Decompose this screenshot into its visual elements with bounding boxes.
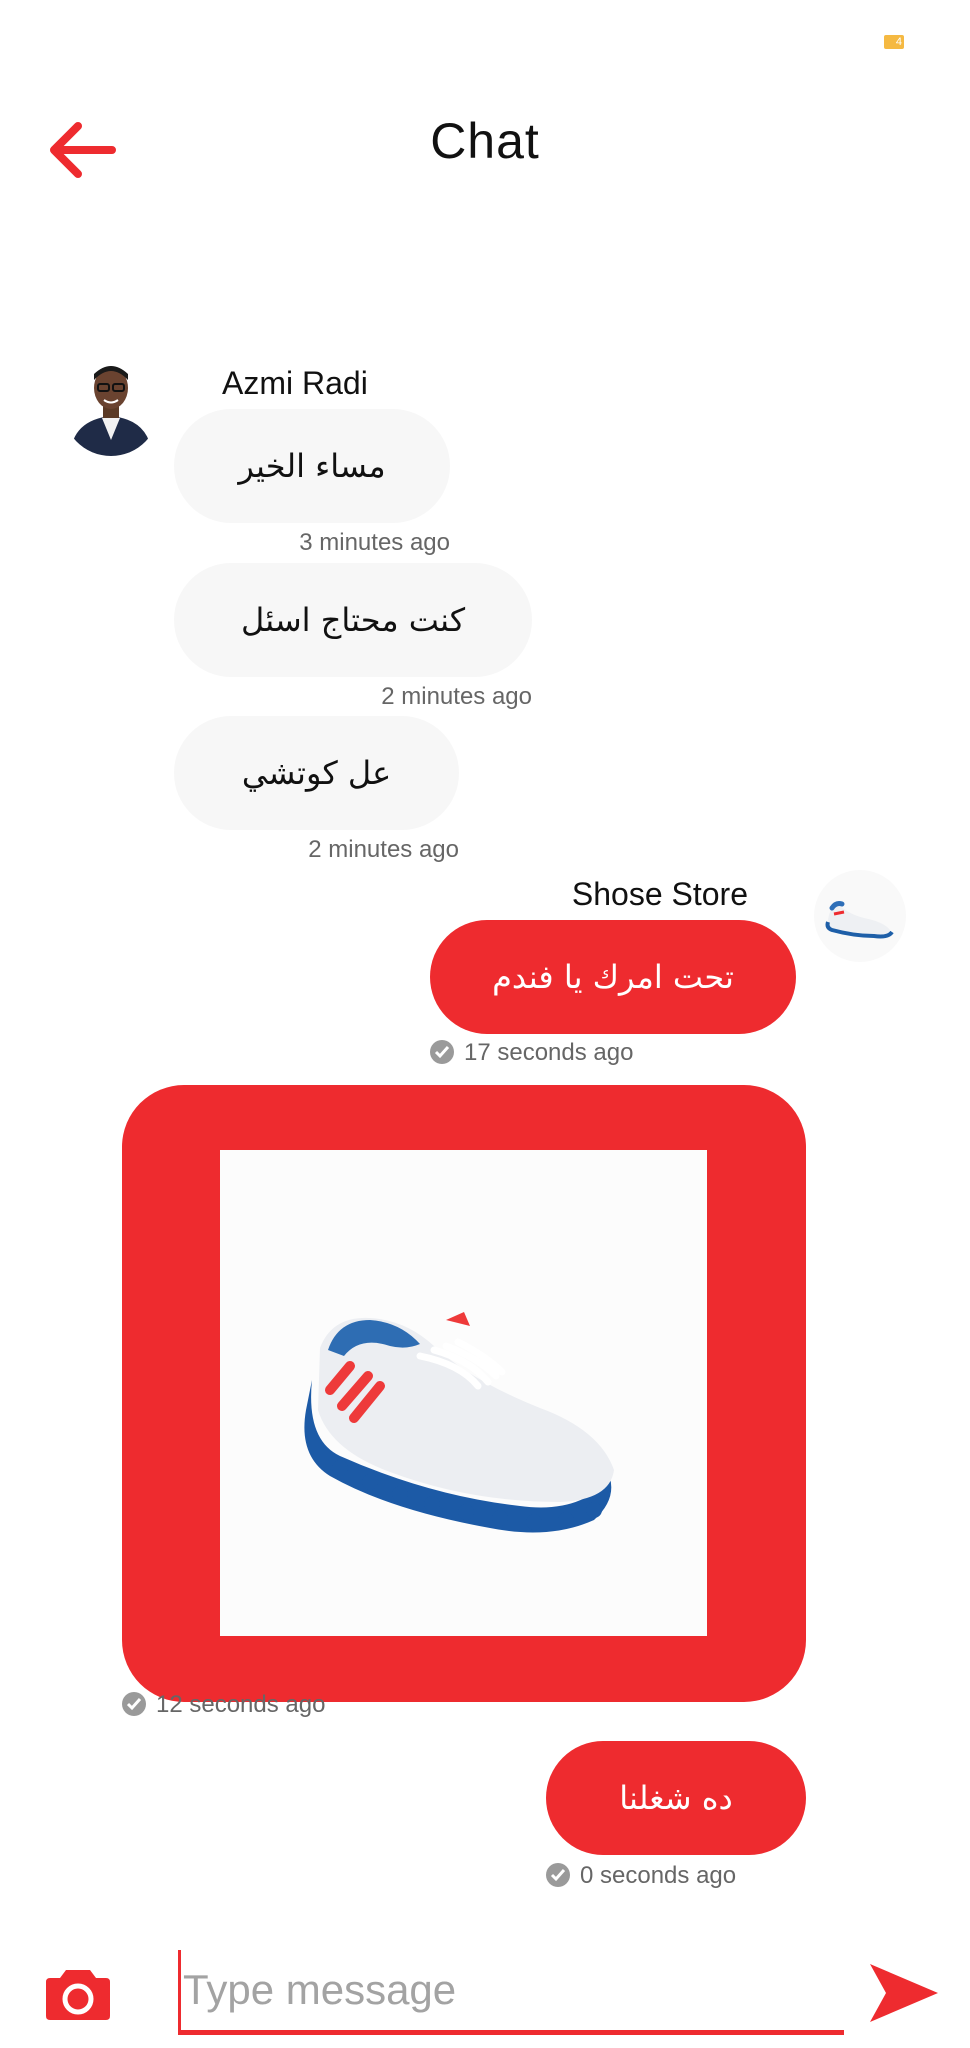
sender-name-store: Shose Store <box>571 876 748 912</box>
send-button[interactable] <box>868 1962 940 2024</box>
message-input-field[interactable] <box>178 1950 844 2035</box>
message-time-text: 17 seconds ago <box>464 1039 634 1066</box>
avatar-azmi[interactable] <box>62 356 160 456</box>
message-input[interactable] <box>178 1950 844 2030</box>
check-icon <box>122 1692 146 1716</box>
message-time-3: 2 minutes ago <box>308 836 459 863</box>
check-icon <box>546 1863 570 1887</box>
message-time-1: 3 minutes ago <box>299 529 450 556</box>
person-avatar-icon <box>62 356 160 456</box>
incoming-message-1[interactable]: مساء الخير <box>174 409 450 523</box>
outgoing-message-3[interactable]: ده شغلنا <box>546 1741 806 1855</box>
sneaker-image-icon <box>220 1150 707 1636</box>
page-title: Chat <box>430 113 540 169</box>
battery-indicator: 4 <box>884 35 904 49</box>
camera-button[interactable] <box>44 1966 112 2022</box>
message-time-2: 2 minutes ago <box>381 683 532 710</box>
camera-icon <box>46 1970 110 2020</box>
sneaker-photo <box>220 1150 707 1636</box>
message-time-text: 12 seconds ago <box>156 1691 326 1718</box>
sender-name-azmi: Azmi Radi <box>222 365 368 401</box>
incoming-message-2[interactable]: كنت محتاج اسئل <box>174 563 532 677</box>
sneaker-thumbnail-icon <box>814 870 906 962</box>
image-message[interactable] <box>122 1085 806 1702</box>
send-icon <box>870 1964 938 2022</box>
outgoing-message-1[interactable]: تحت امرك يا فندم <box>430 920 796 1034</box>
message-time-6: 0 seconds ago <box>546 1862 736 1890</box>
incoming-message-3[interactable]: عل كوتشي <box>174 716 459 830</box>
message-time-4: 17 seconds ago <box>430 1039 633 1067</box>
message-time-text: 0 seconds ago <box>580 1862 737 1889</box>
message-time-5: 12 seconds ago <box>122 1691 325 1719</box>
avatar-store[interactable] <box>814 870 906 962</box>
check-icon <box>430 1040 454 1064</box>
